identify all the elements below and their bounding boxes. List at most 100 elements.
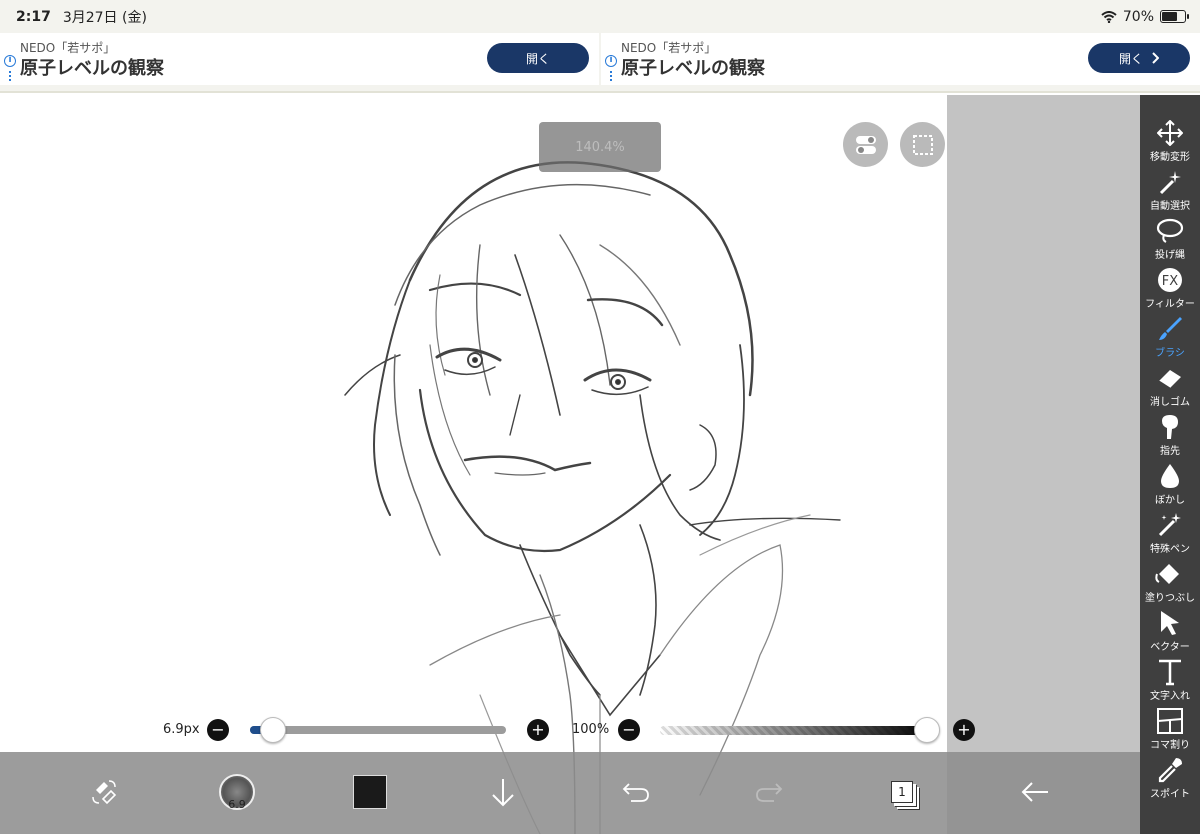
brush-preset-button[interactable]: 6.9	[211, 764, 263, 820]
move-icon	[1157, 120, 1183, 146]
selection-icon	[912, 134, 933, 155]
opacity-label: 100%	[572, 722, 610, 737]
lasso-icon	[1156, 218, 1184, 243]
tool-eraser[interactable]: 消しゴム	[1140, 364, 1200, 412]
tool-brush[interactable]: ブラシ	[1140, 315, 1200, 363]
tool-finger[interactable]: 指先	[1140, 413, 1200, 461]
fill-icon	[1155, 564, 1179, 584]
color-button[interactable]	[344, 764, 396, 820]
special-pen-icon	[1158, 513, 1181, 537]
ad-open-button[interactable]: 開く	[487, 43, 589, 73]
ad-open-label: 開く	[525, 51, 550, 66]
tool-label: スポイト	[1150, 789, 1190, 800]
canvas-workspace[interactable]: 140.4% 6.9px − + 100% − +	[0, 95, 1140, 834]
tool-label: 指先	[1160, 446, 1180, 457]
brush-preview-size: 6.9	[228, 798, 246, 811]
tool-eyedropper[interactable]: スポイト	[1140, 756, 1200, 804]
brush-preview: 6.9	[219, 774, 255, 811]
tool-label: ベクター	[1150, 642, 1190, 653]
ad-banner-left[interactable]: i NEDO「若サポ」 原子レベルの観察 開く	[0, 33, 599, 85]
download-button[interactable]	[477, 764, 529, 820]
tool-text[interactable]: 文字入れ	[1140, 658, 1200, 706]
back-button[interactable]	[1009, 764, 1061, 820]
size-increase-button[interactable]: +	[527, 719, 549, 741]
tool-label: 自動選択	[1150, 201, 1190, 212]
opacity-slider[interactable]	[660, 726, 932, 735]
tool-fill[interactable]: 塗りつぶし	[1140, 560, 1200, 608]
battery-icon	[1160, 10, 1189, 23]
tool-blur[interactable]: ぼかし	[1140, 462, 1200, 510]
finger-icon	[1162, 415, 1178, 439]
status-bar: 2:17 3月27日 (金) 70%	[0, 0, 1200, 33]
status-right: 70%	[1101, 0, 1189, 33]
tool-label: 消しゴム	[1150, 397, 1190, 408]
ad-open-button[interactable]: 開く	[1088, 43, 1190, 73]
tool-label: 文字入れ	[1150, 691, 1190, 702]
status-date: 3月27日 (金)	[62, 9, 147, 26]
undo-button[interactable]	[610, 764, 662, 820]
text-icon	[1159, 659, 1181, 686]
tool-sidebar: 移動変形 自動選択 投げ縄 FX フィルター ブラシ 消しゴム 指先 ぼかし 特…	[1140, 95, 1200, 834]
brush-icon	[1159, 317, 1182, 340]
brush-size-slider[interactable]	[250, 726, 506, 734]
redo-button[interactable]	[743, 764, 795, 820]
ad-banner-right[interactable]: i NEDO「若サポ」 原子レベルの観察 開く	[601, 33, 1200, 85]
tool-label: 特殊ペン	[1150, 544, 1190, 555]
current-color-swatch	[353, 775, 387, 809]
brush-size-label: 6.9px	[163, 722, 200, 737]
ad-headline: 原子レベルの観察	[621, 58, 765, 79]
tool-magic-wand[interactable]: 自動選択	[1140, 168, 1200, 216]
opacity-thumb[interactable]	[914, 717, 940, 743]
selection-button[interactable]	[900, 122, 945, 167]
tool-vector[interactable]: ベクター	[1140, 609, 1200, 657]
tool-label: 投げ縄	[1155, 250, 1185, 261]
redo-icon	[756, 783, 783, 802]
ad-open-label: 開く	[1118, 51, 1143, 66]
swap-tool-icon	[92, 780, 117, 805]
brush-size-thumb[interactable]	[260, 717, 287, 743]
opacity-decrease-button[interactable]: −	[618, 719, 640, 741]
status-time: 2:17	[16, 8, 51, 25]
tool-move-transform[interactable]: 移動変形	[1140, 119, 1200, 167]
eyedropper-icon	[1158, 758, 1182, 783]
swap-brush-eraser-button[interactable]	[78, 764, 130, 820]
blur-drop-icon	[1161, 464, 1179, 488]
bottom-toolbar: 6.9 1	[0, 752, 1140, 834]
arrow-left-icon	[1021, 782, 1048, 802]
layer-count-badge: 1	[891, 781, 913, 803]
toggle-icon	[855, 135, 876, 154]
toggle-button[interactable]	[843, 122, 888, 167]
tool-label: コマ割り	[1150, 740, 1190, 751]
quick-tools	[843, 122, 947, 167]
opacity-increase-button[interactable]: +	[953, 719, 975, 741]
eraser-icon	[1158, 370, 1181, 389]
tool-lasso[interactable]: 投げ縄	[1140, 217, 1200, 265]
info-icon[interactable]: i	[605, 55, 617, 67]
undo-icon	[622, 783, 649, 802]
svg-text:FX: FX	[1162, 274, 1178, 289]
ad-bar: i NEDO「若サポ」 原子レベルの観察 開く i NEDO「若サポ」 原子レベ…	[0, 33, 1200, 93]
tool-special-pen[interactable]: 特殊ペン	[1140, 511, 1200, 559]
tool-filter[interactable]: FX フィルター	[1140, 266, 1200, 314]
zoom-indicator: 140.4%	[539, 122, 661, 172]
magic-wand-icon	[1159, 171, 1181, 195]
tool-label: フィルター	[1145, 299, 1195, 310]
battery-fill	[1162, 12, 1178, 21]
tool-label: ぼかし	[1155, 495, 1185, 506]
panel-icon	[1157, 708, 1183, 734]
battery-percent: 70%	[1122, 8, 1154, 25]
ad-menu-dots[interactable]	[610, 71, 612, 81]
tool-label: 塗りつぶし	[1144, 593, 1196, 604]
ad-menu-dots[interactable]	[9, 71, 11, 81]
size-decrease-button[interactable]: −	[207, 719, 229, 741]
chevron-right-icon	[1152, 52, 1159, 64]
info-icon[interactable]: i	[4, 55, 16, 67]
layers-button[interactable]: 1	[876, 764, 928, 820]
tool-label: ブラシ	[1155, 348, 1185, 359]
vector-cursor-icon	[1161, 611, 1179, 635]
tool-panel[interactable]: コマ割り	[1140, 707, 1200, 755]
ad-headline: 原子レベルの観察	[20, 58, 164, 79]
wifi-icon	[1101, 10, 1117, 23]
fx-icon: FX	[1158, 268, 1182, 292]
slider-row: 6.9px − + 100% − +	[0, 715, 1140, 745]
